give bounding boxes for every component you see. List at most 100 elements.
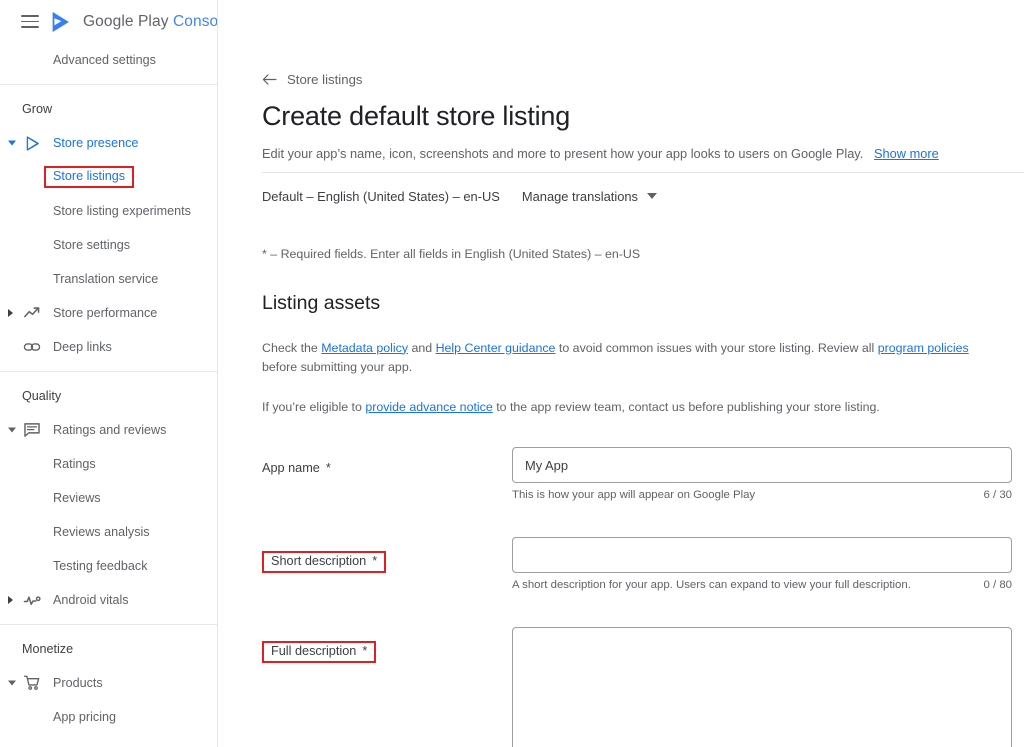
sidebar-item-label: Reviews analysis <box>53 525 150 539</box>
sidebar-item-advanced-settings[interactable]: Advanced settings <box>0 43 217 77</box>
policy-text-3: to avoid common issues with your store l… <box>555 340 878 355</box>
sidebar-item-android-vitals[interactable]: Android vitals <box>0 583 217 617</box>
policy-text-4: before submitting your app. <box>262 359 413 374</box>
required-fields-note: * – Required fields. Enter all fields in… <box>262 246 641 261</box>
program-policies-link[interactable]: program policies <box>878 341 969 355</box>
chevron-down-icon[interactable] <box>646 193 657 200</box>
field-short-description: Short description * A short description f… <box>262 537 1024 591</box>
page-title: Create default store listing <box>262 101 571 131</box>
header-divider <box>262 172 1024 173</box>
sidebar-item-label: Deep links <box>53 340 112 354</box>
link-icon <box>22 337 42 357</box>
left-navigation-sidebar: Google Play Console Advanced settings Gr… <box>0 0 218 747</box>
app-name-counter: 6 / 30 <box>983 489 1013 502</box>
trending-up-icon <box>22 303 42 323</box>
sidebar-divider-3 <box>0 624 217 625</box>
help-center-guidance-link[interactable]: Help Center guidance <box>436 341 556 355</box>
sidebar-item-app-pricing[interactable]: App pricing <box>0 700 217 734</box>
sidebar-item-testing-feedback[interactable]: Testing feedback <box>0 549 217 583</box>
sidebar-item-deep-links[interactable]: Deep links <box>0 330 217 364</box>
policy-text-1: Check the <box>262 340 322 355</box>
sidebar-item-reviews-analysis[interactable]: Reviews analysis <box>0 515 217 549</box>
sidebar-item-label: Testing feedback <box>53 559 148 573</box>
full-description-label-text: Full description <box>271 644 357 659</box>
sidebar-item-store-settings[interactable]: Store settings <box>0 228 217 262</box>
app-name-label: App name * <box>262 447 512 475</box>
advance-text-1: If you’re eligible to <box>262 399 366 414</box>
section-heading-listing-assets: Listing assets <box>262 291 381 314</box>
language-value: Default – English (United States) – en-U… <box>262 188 500 204</box>
app-name-helper-text: This is how your app will appear on Goog… <box>512 489 756 502</box>
breadcrumb[interactable]: Store listings <box>262 72 363 87</box>
app-name-label-text: App name <box>262 461 320 476</box>
listing-assets-form: App name * This is how your app will appe… <box>262 447 1024 747</box>
advance-text-2: to the app review team, contact us befor… <box>492 399 880 414</box>
sidebar-item-label: Reviews <box>53 491 101 505</box>
sidebar-item-ratings[interactable]: Ratings <box>0 447 217 481</box>
short-description-label-text: Short description <box>271 554 367 569</box>
chevron-down-icon[interactable] <box>8 427 16 433</box>
short-description-control: A short description for your app. Users … <box>512 537 1012 591</box>
sidebar-item-products[interactable]: Products <box>0 666 217 700</box>
field-app-name: App name * This is how your app will appe… <box>262 447 1024 501</box>
sidebar-item-label: Android vitals <box>53 593 129 607</box>
metadata-policy-link[interactable]: Metadata policy <box>321 341 408 355</box>
required-asterisk: * <box>372 554 378 569</box>
sidebar-item-label: App pricing <box>53 710 117 724</box>
app-name-helper-row: This is how your app will appear on Goog… <box>512 489 1012 501</box>
chevron-right-icon[interactable] <box>8 309 13 317</box>
manage-translations-button[interactable]: Manage translations <box>522 189 657 204</box>
sidebar-item-label: Translation service <box>53 272 159 286</box>
full-description-label: Full description * <box>262 627 512 663</box>
short-description-helper-row: A short description for your app. Users … <box>512 579 1012 591</box>
sidebar-item-translation-service[interactable]: Translation service <box>0 262 217 296</box>
brand-bar: Google Play Console <box>0 0 217 43</box>
app-name-input[interactable] <box>512 447 1012 484</box>
chevron-down-icon[interactable] <box>8 140 16 146</box>
chevron-right-icon[interactable] <box>8 596 13 604</box>
sidebar-divider-2 <box>0 371 217 372</box>
breadcrumb-label: Store listings <box>287 72 363 87</box>
field-spacer-2 <box>262 591 1024 627</box>
sidebar-item-label: Advanced settings <box>53 53 156 67</box>
manage-translations-label: Manage translations <box>521 188 638 204</box>
sidebar-item-label: Store listing experiments <box>53 204 191 218</box>
sidebar-item-store-presence[interactable]: Store presence <box>0 126 217 160</box>
required-asterisk: * <box>325 461 331 476</box>
field-full-description: Full description * <box>262 627 1024 747</box>
sidebar-item-label: Store settings <box>53 238 131 252</box>
short-description-label: Short description * <box>262 537 512 573</box>
back-arrow-icon[interactable] <box>262 74 277 85</box>
sidebar-item-label: Store listings <box>44 166 135 188</box>
field-spacer-1 <box>262 501 1024 537</box>
sidebar-item-store-performance[interactable]: Store performance <box>0 296 217 330</box>
app-name-control: This is how your app will appear on Goog… <box>512 447 1012 501</box>
advance-notice-paragraph: If you’re eligible to provide advance no… <box>262 398 987 417</box>
sidebar-item-store-listings[interactable]: Store listings <box>0 160 217 194</box>
sidebar-item-reviews[interactable]: Reviews <box>0 481 217 515</box>
chevron-down-icon[interactable] <box>8 680 16 686</box>
short-description-counter: 0 / 80 <box>983 579 1013 592</box>
show-more-link[interactable]: Show more <box>874 146 939 161</box>
comment-icon <box>22 420 42 440</box>
vitals-pulse-icon <box>22 590 42 610</box>
full-description-label-box: Full description * <box>262 641 377 663</box>
required-asterisk: * <box>362 644 368 659</box>
sidebar-section-quality: Quality <box>22 389 62 403</box>
google-play-console-page: Google Play Console Advanced settings Gr… <box>0 0 1024 747</box>
hamburger-menu-icon[interactable] <box>21 15 39 28</box>
play-triangle-icon <box>22 133 42 153</box>
sidebar-item-ratings-and-reviews[interactable]: Ratings and reviews <box>0 413 217 447</box>
google-play-logo-icon <box>52 11 69 32</box>
main-content: Store listings Create default store list… <box>218 0 1024 747</box>
page-subtitle-text: Edit your app’s name, icon, screenshots … <box>262 146 864 161</box>
full-description-textarea[interactable] <box>512 627 1012 747</box>
short-description-label-box: Short description * <box>262 551 387 573</box>
provide-advance-notice-link[interactable]: provide advance notice <box>365 400 492 414</box>
full-description-control <box>512 627 1012 747</box>
shopping-cart-icon <box>22 673 42 693</box>
brand-name-primary: Google Play <box>83 12 169 30</box>
sidebar-item-store-listing-experiments[interactable]: Store listing experiments <box>0 194 217 228</box>
short-description-input[interactable] <box>512 537 1012 574</box>
sidebar-section-grow: Grow <box>22 102 53 116</box>
